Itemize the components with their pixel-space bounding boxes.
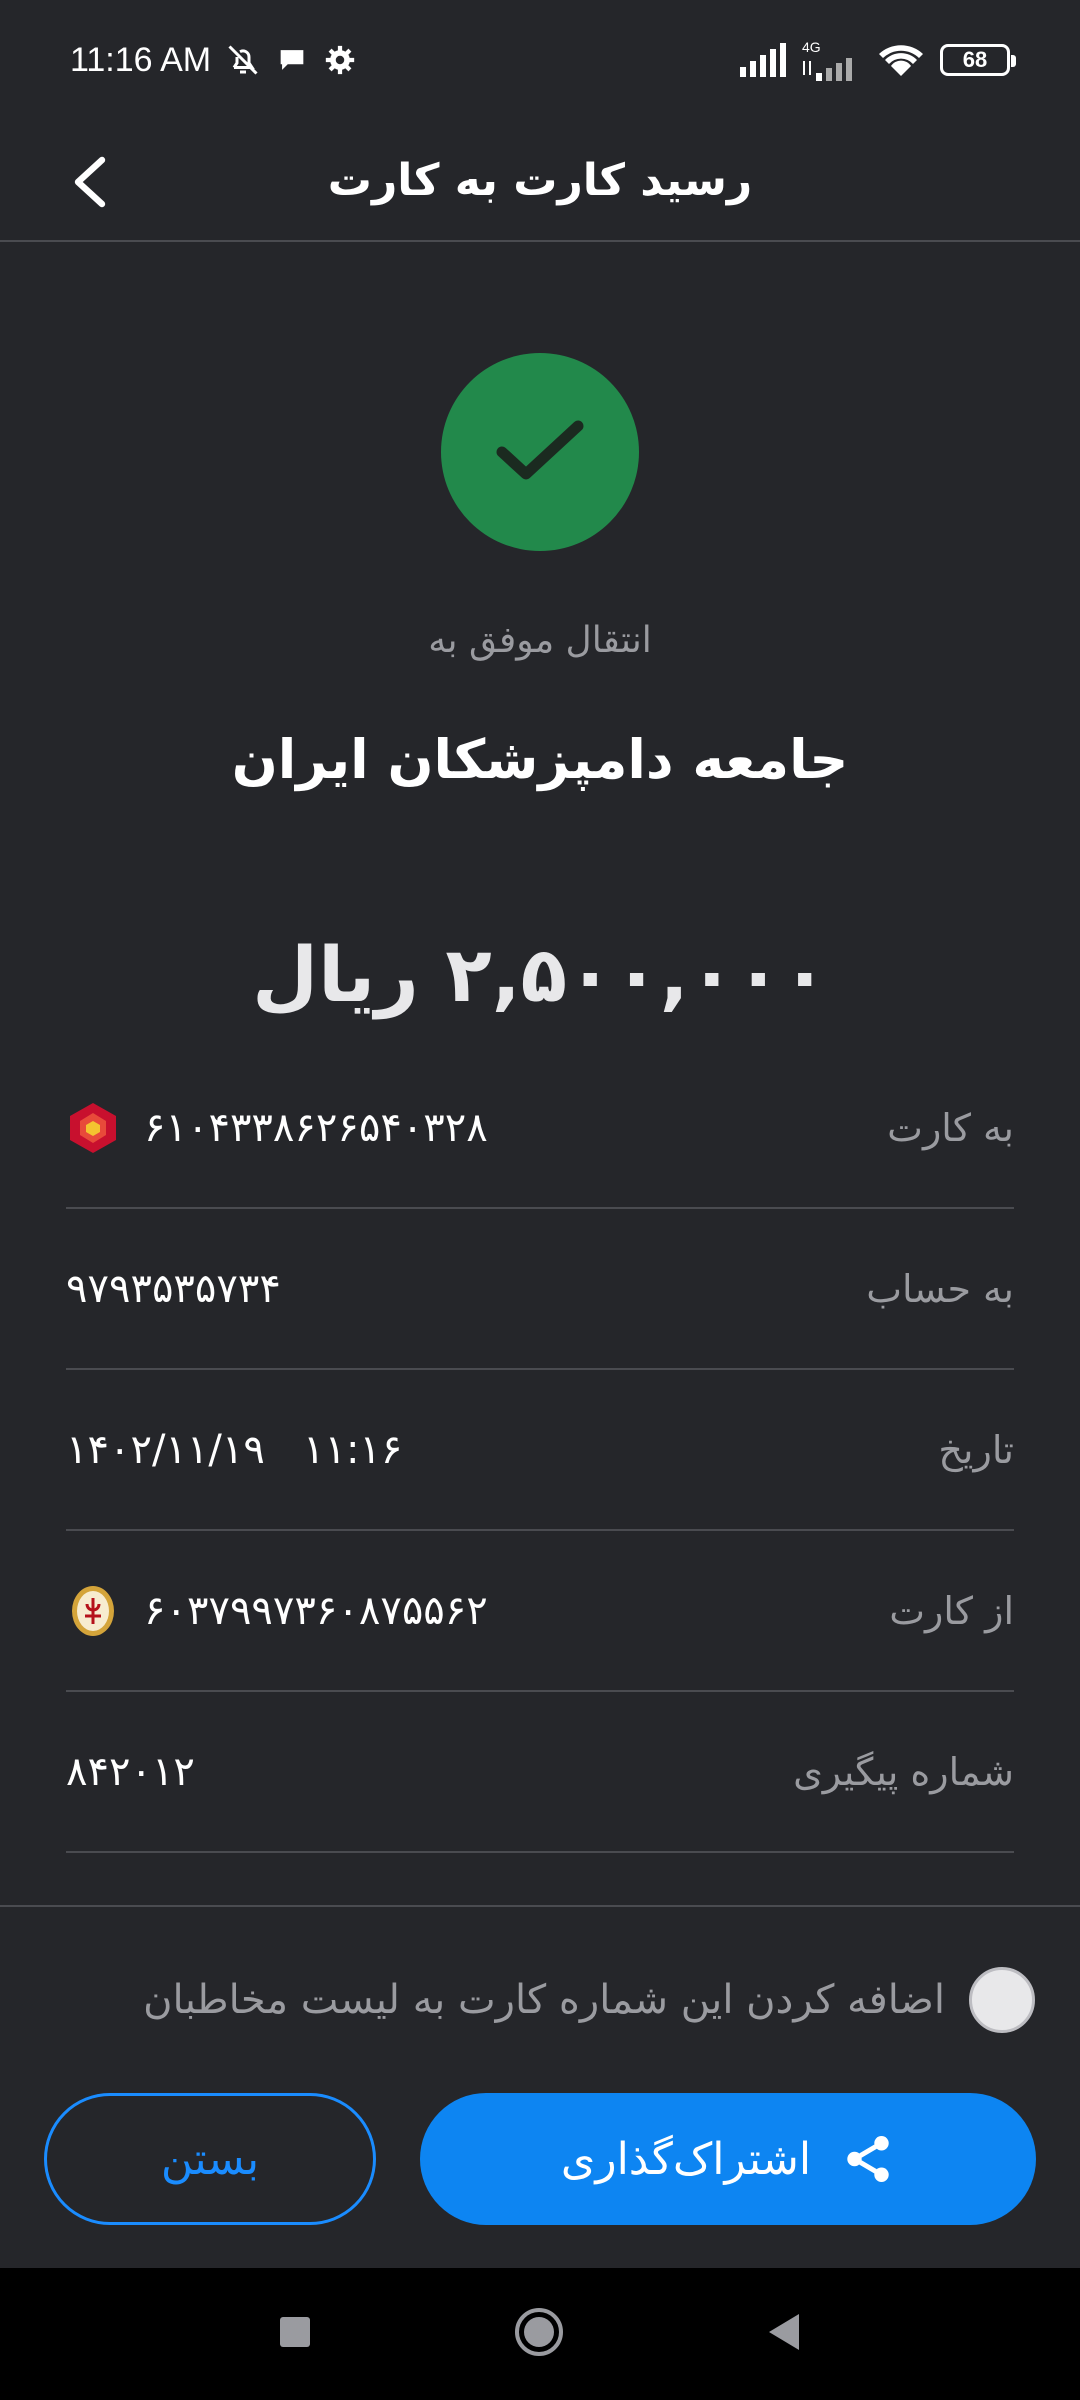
receipt-details: ۶۱۰۴۳۳۸۶۲۶۵۴۰۳۲۸ به کارت ۹۷۹۳۵۳۵۷۳۴ به ح…	[66, 1048, 1014, 1853]
detail-value-group: ۶۱۰۴۳۳۸۶۲۶۵۴۰۳۲۸	[66, 1101, 488, 1155]
transfer-amount: ۲,۵۰۰,۰۰۰ ریال	[252, 930, 828, 1019]
system-nav-bar	[0, 2268, 1080, 2400]
battery-indicator: 68	[940, 44, 1016, 76]
share-icon	[847, 2136, 889, 2182]
detail-value: ۱۴۰۲/۱۱/۱۹ ۱۱:۱۶	[66, 1426, 403, 1473]
chat-icon	[275, 43, 309, 77]
recents-icon[interactable]	[277, 2314, 313, 2354]
back-button[interactable]	[50, 142, 130, 222]
detail-label: به حساب	[866, 1266, 1014, 1311]
clock: 11:16 AM	[70, 40, 212, 79]
status-bar-right: 4G 68	[738, 39, 1016, 81]
detail-value: ۹۷۹۳۵۳۵۷۳۴	[66, 1265, 281, 1312]
chevron-left-icon	[74, 156, 106, 208]
detail-label: شماره پیگیری	[793, 1749, 1014, 1794]
page-title: رسید کارت به کارت	[327, 154, 753, 206]
signal-4g-icon: 4G	[802, 39, 862, 81]
transfer-status-label: انتقال موفق به	[428, 620, 652, 661]
detail-value: ۶۱۰۴۳۳۸۶۲۶۵۴۰۳۲۸	[144, 1104, 488, 1151]
bank-melli-logo-icon	[66, 1584, 120, 1638]
detail-value-group: ۱۴۰۲/۱۱/۱۹ ۱۱:۱۶	[66, 1427, 402, 1473]
detail-row-tracking-number: ۸۴۲۰۱۲ شماره پیگیری	[66, 1692, 1014, 1853]
detail-value-group: ۶۰۳۷۹۹۷۳۶۰۸۷۵۵۶۲	[66, 1584, 488, 1638]
detail-label: تاریخ	[938, 1427, 1014, 1472]
detail-row-destination-card: ۶۱۰۴۳۳۸۶۲۶۵۴۰۳۲۸ به کارت	[66, 1048, 1014, 1209]
detail-row-date: ۱۴۰۲/۱۱/۱۹ ۱۱:۱۶ تاریخ	[66, 1370, 1014, 1531]
app-bar: رسید کارت به کارت	[0, 120, 1080, 242]
back-icon[interactable]	[765, 2311, 803, 2357]
section-divider	[0, 1905, 1080, 1907]
close-button[interactable]: بستن	[44, 2093, 376, 2225]
bell-off-icon	[225, 42, 261, 78]
detail-value: ۸۴۲۰۱۲	[66, 1748, 195, 1795]
bank-mellat-logo-icon	[66, 1101, 120, 1155]
check-icon	[496, 420, 584, 480]
signal-icon	[738, 43, 788, 77]
add-to-contacts-label: اضافه کردن این شماره کارت به لیست مخاطبا…	[143, 1977, 945, 2023]
wifi-icon	[876, 42, 926, 78]
detail-value: ۶۰۳۷۹۹۷۳۶۰۸۷۵۵۶۲	[144, 1587, 488, 1634]
close-button-label: بستن	[160, 2133, 260, 2185]
home-icon[interactable]	[513, 2306, 565, 2362]
add-to-contacts-option[interactable]: اضافه کردن این شماره کارت به لیست مخاطبا…	[50, 1960, 1035, 2040]
gear-icon	[323, 43, 357, 77]
detail-value-group: ۸۴۲۰۱۲	[66, 1749, 195, 1795]
success-status-badge	[441, 353, 639, 551]
share-button-label: اشتراک‌گذاری	[560, 2133, 812, 2185]
detail-row-source-card: ۶۰۳۷۹۹۷۳۶۰۸۷۵۵۶۲ از کارت	[66, 1531, 1014, 1692]
detail-label: به کارت	[887, 1105, 1014, 1150]
detail-row-destination-account: ۹۷۹۳۵۳۵۷۳۴ به حساب	[66, 1209, 1014, 1370]
detail-value-group: ۹۷۹۳۵۳۵۷۳۴	[66, 1266, 281, 1312]
detail-label: از کارت	[889, 1588, 1014, 1633]
share-button[interactable]: اشتراک‌گذاری	[420, 2093, 1036, 2225]
recipient-name: جامعه دامپزشکان ایران	[231, 728, 849, 791]
status-bar-left: 11:16 AM	[70, 41, 357, 80]
add-to-contacts-checkbox[interactable]	[969, 1967, 1035, 2033]
status-bar: 11:16 AM 4G 68	[0, 0, 1080, 120]
